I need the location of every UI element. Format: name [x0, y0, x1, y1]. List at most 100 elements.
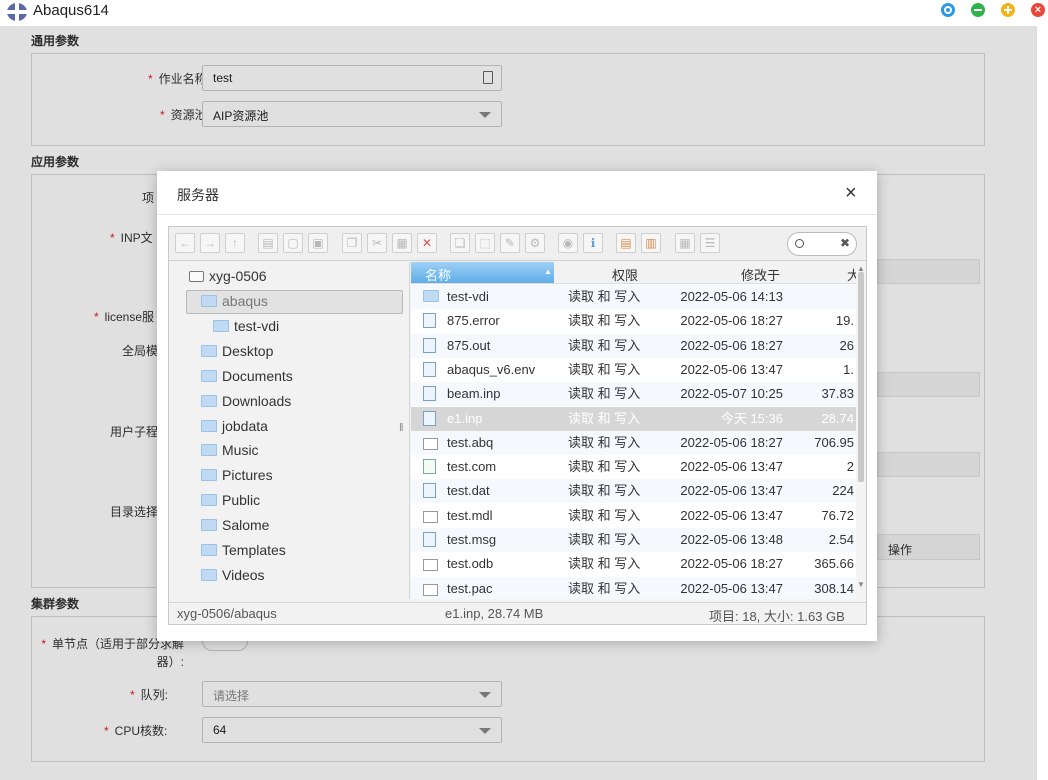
file-row[interactable]: test-vdi 读取 和 写入 2022-05-06 14:13 — [411, 285, 856, 309]
file-list-vscrollbar[interactable]: ▲ ▼ — [856, 262, 866, 599]
select-icon[interactable]: ⬚ — [475, 233, 495, 253]
cut-icon[interactable]: ✂ — [367, 233, 387, 253]
download-icon[interactable]: ▤ — [258, 233, 278, 253]
file-name: 875.out — [447, 337, 491, 353]
file-modified: 2022-05-06 18:27 — [680, 337, 783, 353]
up-icon[interactable]: ↑ — [225, 233, 245, 253]
forward-icon[interactable]: → — [200, 233, 220, 253]
column-perm-header[interactable]: 权限 — [612, 265, 638, 284]
close-button[interactable]: × — [1031, 3, 1045, 17]
file-row[interactable]: test.com 读取 和 写入 2022-05-06 13:47 2 — [411, 455, 856, 479]
file-modified: 2022-05-06 18:27 — [680, 434, 783, 450]
status-bar: xyg-0506/abaqus e1.inp, 28.74 MB 项目: 18,… — [169, 602, 866, 624]
archive-icon[interactable]: ⚙ — [525, 233, 545, 253]
tree-item[interactable]: Templates — [201, 539, 286, 562]
blank-file-icon — [423, 583, 438, 596]
file-row[interactable]: 875.error 读取 和 写入 2022-05-06 18:27 19. — [411, 309, 856, 333]
file-row[interactable]: test.abq 读取 和 写入 2022-05-06 18:27 706.95 — [411, 430, 856, 455]
copy-icon[interactable]: ❐ — [342, 233, 362, 253]
tree-item[interactable]: test-vdi — [213, 315, 279, 338]
file-size: 1. — [843, 361, 854, 377]
document-file-icon — [423, 337, 436, 353]
maximize-button[interactable] — [1001, 3, 1015, 17]
divider — [157, 214, 877, 215]
server-file-dialog: 服务器 × ← → ↑ ▤ ▢ ▣ ❐ ✂ ▦ ✕ ❏ ⬚ ✎ ⚙ ◉ ℹ ▤ … — [157, 171, 877, 641]
paste-icon[interactable]: ▦ — [392, 233, 412, 253]
tree-item[interactable]: Music — [201, 439, 259, 462]
extract-icon[interactable]: ▤ — [616, 233, 636, 253]
tree-item[interactable]: Salome — [201, 514, 269, 537]
file-name: test.mdl — [447, 507, 493, 523]
folder-icon — [201, 469, 217, 482]
splitter-handle[interactable]: ‖ — [399, 422, 404, 434]
file-row[interactable]: e1.inp 读取 和 写入 今天 15:36 28.74 — [411, 406, 856, 431]
folder-icon — [201, 419, 217, 432]
edit-icon[interactable]: ✎ — [500, 233, 520, 253]
delete-icon[interactable]: ✕ — [417, 233, 437, 253]
file-name: test.abq — [447, 434, 494, 450]
file-size: 26 — [839, 337, 854, 353]
file-perm: 读取 和 写入 — [568, 337, 641, 353]
file-size: 37.83 — [821, 386, 854, 402]
file-name: 875.error — [447, 313, 500, 329]
file-row[interactable]: test.msg 读取 和 写入 2022-05-06 13:48 2.54 — [411, 528, 856, 552]
minimize-button[interactable] — [971, 3, 985, 17]
folder-icon — [201, 394, 217, 407]
page-scrollbar[interactable] — [1036, 26, 1048, 780]
tree-item[interactable]: Pictures — [201, 464, 273, 487]
file-size: 28.74 — [821, 410, 854, 426]
tree-item[interactable]: Videos — [201, 564, 265, 587]
file-search-input[interactable]: ✖ — [787, 232, 857, 256]
duplicate-icon[interactable]: ❏ — [450, 233, 470, 253]
blank-file-icon — [423, 559, 438, 572]
tree-root[interactable]: xyg-0506 — [189, 265, 267, 288]
tree-item[interactable]: jobdata — [201, 415, 268, 438]
file-row[interactable]: beam.inp 读取 和 写入 2022-05-07 10:25 37.83 — [411, 382, 856, 407]
back-icon[interactable]: ← — [175, 233, 195, 253]
column-name-header[interactable]: 名称 — [425, 265, 451, 284]
file-list-header: 名称 ▲ 权限 修改于 大 — [411, 262, 866, 284]
compress-icon[interactable]: ▥ — [641, 233, 661, 253]
file-row[interactable]: 875.out 读取 和 写入 2022-05-06 18:27 26 — [411, 333, 856, 358]
tree-item[interactable]: Documents — [201, 365, 293, 388]
file-perm: 读取 和 写入 — [568, 556, 641, 572]
column-modified-header[interactable]: 修改于 — [741, 265, 780, 284]
list-view-icon[interactable]: ☰ — [700, 233, 720, 253]
app-title: Abaqus614 — [33, 2, 109, 19]
tree-item[interactable]: Downloads — [201, 390, 291, 413]
file-row[interactable]: test.pac 读取 和 写入 2022-05-06 13:47 308.14 — [411, 576, 856, 599]
scroll-thumb[interactable] — [858, 272, 864, 482]
document-file-icon — [423, 313, 436, 329]
file-row[interactable]: test.mdl 读取 和 写入 2022-05-06 13:47 76.72 — [411, 504, 856, 528]
file-row[interactable]: abaqus_v6.env 读取 和 写入 2022-05-06 13:47 1. — [411, 358, 856, 382]
folder-icon — [201, 568, 217, 581]
file-perm: 读取 和 写入 — [568, 289, 641, 304]
file-size: 224 — [832, 483, 854, 499]
preview-icon[interactable]: ◉ — [558, 233, 578, 253]
file-size: 2 — [846, 459, 854, 475]
file-perm: 读取 和 写入 — [568, 580, 641, 596]
file-size: 706.95 — [814, 434, 854, 450]
tree-item[interactable]: Public — [201, 489, 260, 512]
folder-icon — [423, 290, 439, 302]
close-icon[interactable]: × — [845, 183, 857, 203]
save-icon[interactable]: ▣ — [308, 233, 328, 253]
file-modified: 2022-05-06 18:27 — [680, 556, 783, 572]
icon-view-icon[interactable]: ▦ — [675, 233, 695, 253]
info-icon[interactable]: ℹ — [583, 233, 603, 253]
tree-item[interactable]: Desktop — [201, 340, 273, 363]
file-perm: 读取 和 写入 — [568, 410, 641, 426]
tree-item[interactable]: abaqus — [201, 290, 268, 313]
dialog-title: 服务器 — [177, 187, 219, 203]
file-modified: 2022-05-06 13:47 — [680, 361, 783, 377]
file-row[interactable]: test.dat 读取 和 写入 2022-05-06 13:47 224 — [411, 479, 856, 504]
new-file-icon[interactable]: ▢ — [283, 233, 303, 253]
target-icon[interactable] — [941, 3, 955, 17]
file-size: 76.72 — [821, 507, 854, 523]
clear-icon[interactable]: ✖ — [840, 236, 850, 250]
file-row[interactable]: test.odb 读取 和 写入 2022-05-06 18:27 365.66 — [411, 552, 856, 576]
file-toolbar: ← → ↑ ▤ ▢ ▣ ❐ ✂ ▦ ✕ ❏ ⬚ ✎ ⚙ ◉ ℹ ▤ ▥ ▦ ☰ … — [169, 227, 866, 261]
search-icon — [795, 239, 804, 248]
file-modified: 2022-05-06 13:47 — [680, 507, 783, 523]
folder-icon — [201, 544, 217, 556]
